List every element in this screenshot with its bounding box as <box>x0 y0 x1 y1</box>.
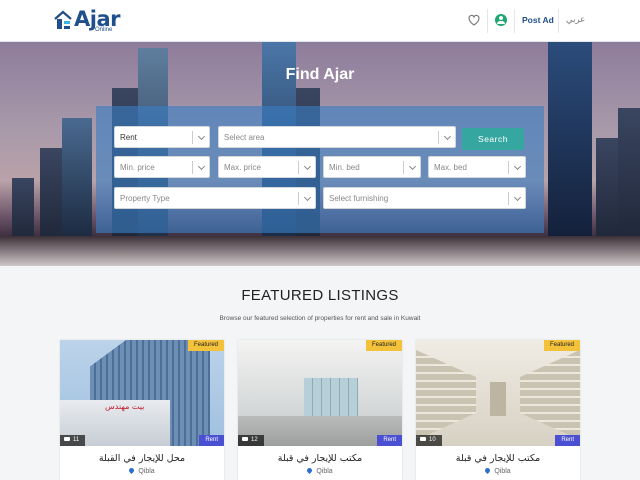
max-price-select[interactable]: Max. price <box>218 156 316 178</box>
listing-card[interactable]: Featured 12 Rent مكتب للإيجار في قبلة Qi… <box>238 340 402 480</box>
purpose-value: Rent <box>120 133 137 142</box>
listing-title[interactable]: محل للإيجار في القبلة <box>60 453 224 464</box>
select-divider <box>298 161 299 174</box>
chevron-down-icon <box>197 132 206 141</box>
select-divider <box>192 161 193 174</box>
listing-location-label: Qibla <box>138 468 155 475</box>
photo-count: 12 <box>238 435 264 446</box>
mailbox-wall <box>520 350 580 440</box>
featured-badge: Featured <box>543 340 580 351</box>
featured-title: FEATURED LISTINGS <box>241 287 399 304</box>
corridor-door <box>490 382 506 416</box>
photo-count: 11 <box>60 435 86 446</box>
max-bed-placeholder: Max. bed <box>434 163 467 172</box>
min-price-select[interactable]: Min. price <box>114 156 210 178</box>
select-divider <box>192 131 193 144</box>
camera-icon <box>64 437 70 441</box>
min-bed-placeholder: Min. bed <box>329 163 360 172</box>
header-divider <box>514 9 515 33</box>
skyline-building <box>596 138 618 238</box>
language-switch-link[interactable]: عربي <box>566 15 585 25</box>
chevron-down-icon <box>513 193 522 202</box>
select-divider <box>508 161 509 174</box>
skyline-building <box>12 178 34 238</box>
user-icon[interactable] <box>495 14 507 26</box>
area-select[interactable]: Select area <box>218 126 456 148</box>
chevron-down-icon <box>513 162 522 171</box>
listing-location-label: Qibla <box>494 468 511 475</box>
listing-title[interactable]: مكتب للإيجار في قبلة <box>416 453 580 464</box>
listing-location: Qibla <box>238 466 402 475</box>
location-pin-icon <box>484 466 492 475</box>
furnishing-placeholder: Select furnishing <box>329 194 389 203</box>
header-divider <box>558 9 559 33</box>
post-ad-link[interactable]: Post Ad <box>522 15 554 25</box>
select-divider <box>298 192 299 205</box>
rent-badge: Rent <box>199 435 224 446</box>
listing-location-label: Qibla <box>316 468 333 475</box>
waterfront <box>0 236 640 266</box>
chevron-down-icon <box>443 132 452 141</box>
select-divider <box>508 192 509 205</box>
purpose-select[interactable]: Rent <box>114 126 210 148</box>
property-type-placeholder: Property Type <box>120 194 170 203</box>
camera-icon <box>420 437 426 441</box>
site-header: Ajar Online Post Ad عربي <box>0 0 640 42</box>
photo-count: 10 <box>416 435 442 446</box>
featured-subtitle: Browse our featured selection of propert… <box>219 315 421 322</box>
search-button[interactable]: Search <box>462 128 524 150</box>
featured-badge: Featured <box>187 340 224 351</box>
rent-badge: Rent <box>555 435 580 446</box>
photo-count-value: 10 <box>429 437 436 443</box>
search-panel: Rent Select area Search Min. price Max. … <box>96 106 544 233</box>
photo-count-value: 12 <box>251 437 258 443</box>
chevron-down-icon <box>303 162 312 171</box>
mailbox-wall <box>416 350 476 440</box>
skyline-building <box>618 108 640 238</box>
chevron-down-icon <box>408 162 417 171</box>
area-placeholder: Select area <box>224 133 265 142</box>
min-price-placeholder: Min. price <box>120 163 155 172</box>
listing-location: Qibla <box>60 466 224 475</box>
camera-icon <box>242 437 248 441</box>
select-divider <box>403 161 404 174</box>
min-bed-select[interactable]: Min. bed <box>323 156 421 178</box>
listing-photo[interactable]: Featured 12 Rent <box>238 340 402 446</box>
skyline-building <box>62 118 92 238</box>
rent-badge: Rent <box>377 435 402 446</box>
chevron-down-icon <box>197 162 206 171</box>
max-bed-select[interactable]: Max. bed <box>428 156 526 178</box>
location-pin-icon <box>306 466 314 475</box>
listing-location: Qibla <box>416 466 580 475</box>
header-divider <box>487 9 488 33</box>
listing-photo[interactable]: Featured 10 Rent <box>416 340 580 446</box>
location-pin-icon <box>128 466 136 475</box>
site-logo[interactable]: Ajar Online <box>53 7 120 36</box>
photo-count-value: 11 <box>73 437 80 443</box>
listing-photo[interactable]: بيت مهندس Featured 11 Rent <box>60 340 224 446</box>
featured-badge: Featured <box>365 340 402 351</box>
heart-icon[interactable] <box>467 13 481 27</box>
select-divider <box>438 131 439 144</box>
hero-banner: Find Ajar Rent Select area Search Min. p… <box>0 42 640 266</box>
max-price-placeholder: Max. price <box>224 163 261 172</box>
furnishing-select[interactable]: Select furnishing <box>323 187 526 209</box>
house-logo-icon <box>54 10 72 29</box>
logo-subtitle: Online <box>95 27 113 33</box>
listing-title[interactable]: مكتب للإيجار في قبلة <box>238 453 402 464</box>
listing-card[interactable]: بيت مهندس Featured 11 Rent محل للإيجار ف… <box>60 340 224 480</box>
chevron-down-icon <box>303 193 312 202</box>
storefront-sign: بيت مهندس <box>105 402 145 411</box>
office-window <box>304 378 358 416</box>
listing-card[interactable]: Featured 10 Rent مكتب للإيجار في قبلة Qi… <box>416 340 580 480</box>
hero-title: Find Ajar <box>285 66 355 83</box>
property-type-select[interactable]: Property Type <box>114 187 316 209</box>
